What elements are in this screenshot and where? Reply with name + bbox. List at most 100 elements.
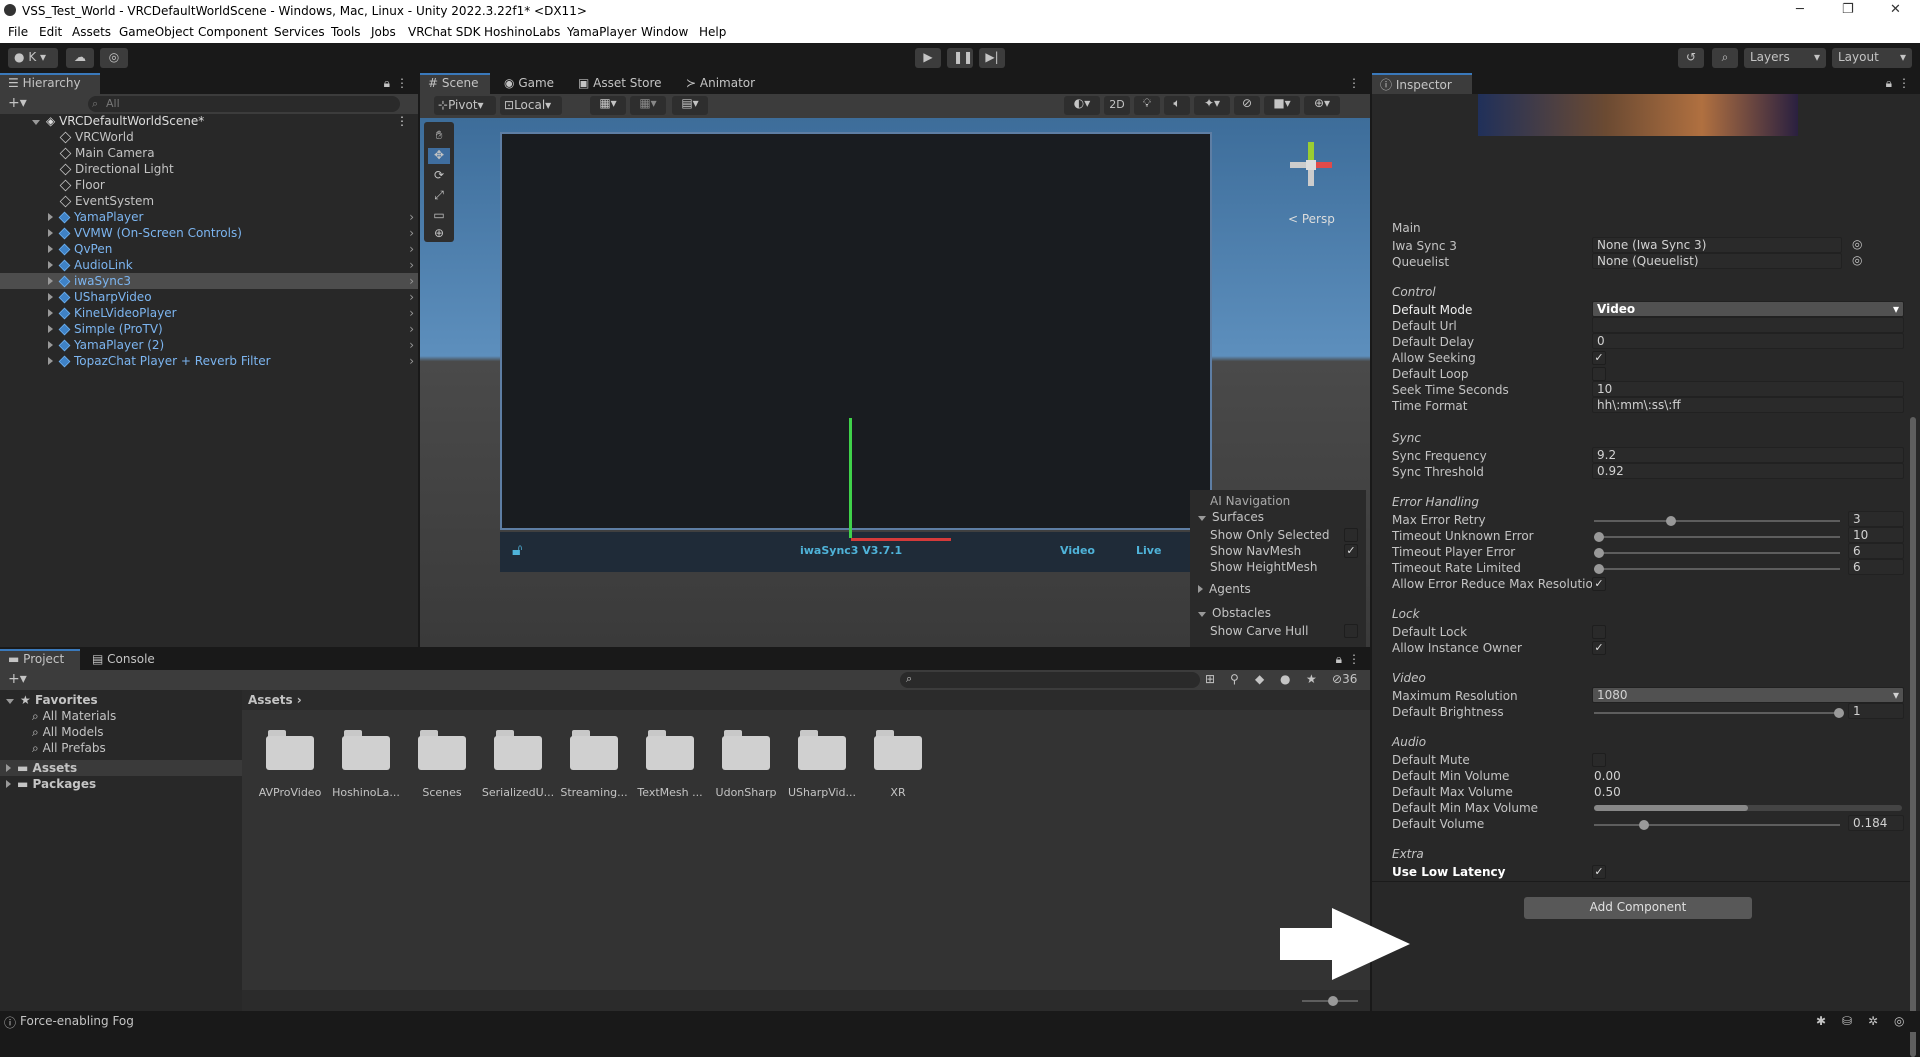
hierarchy-item[interactable]: EventSystem xyxy=(0,193,418,209)
expand-icon[interactable] xyxy=(48,341,53,349)
hierarchy-item[interactable]: Main Camera xyxy=(0,145,418,161)
favorites-item[interactable]: ★ Favorites xyxy=(0,692,242,708)
tab-hierarchy[interactable]: ☰ Hierarchy xyxy=(0,73,100,94)
brightness-field[interactable]: 1 xyxy=(1848,703,1904,719)
min-max-volume-slider[interactable] xyxy=(1594,805,1902,811)
low-latency-checkbox[interactable]: ✓ xyxy=(1592,865,1606,879)
object-picker-icon[interactable]: ◎ xyxy=(1852,237,1862,251)
menu-yamaplayer[interactable]: YamaPlayer xyxy=(567,25,636,39)
folder-icon[interactable] xyxy=(722,730,770,770)
lighting-icon[interactable]: 💡︎ xyxy=(1134,96,1160,115)
expand-icon[interactable] xyxy=(6,764,11,772)
chevron-right-icon[interactable]: › xyxy=(409,305,414,321)
favorite-item[interactable]: ⌕ All Materials xyxy=(0,708,242,724)
timeout-unknown-field[interactable]: 10 xyxy=(1848,527,1904,543)
mute-checkbox[interactable] xyxy=(1592,753,1606,767)
timeout-rate-field[interactable]: 6 xyxy=(1848,559,1904,575)
rect-tool-icon[interactable]: ▭ xyxy=(428,208,450,224)
hierarchy-item[interactable]: Simple (ProTV) › xyxy=(0,321,418,337)
search-by-type-icon[interactable]: ⊞ xyxy=(1205,672,1215,686)
allow-seeking-checkbox[interactable]: ✓ xyxy=(1592,351,1606,365)
slider-knob[interactable] xyxy=(1639,820,1649,830)
chevron-right-icon[interactable]: › xyxy=(409,273,414,289)
project-search-input[interactable]: ⌕ xyxy=(900,672,1200,688)
default-delay-field[interactable]: 0 xyxy=(1592,333,1904,349)
max-resolution-dropdown[interactable]: 1080 ▾ xyxy=(1592,687,1904,703)
search-icon[interactable]: ⌕ xyxy=(1712,48,1738,68)
play-button[interactable]: ▶ xyxy=(915,48,941,68)
log-icon[interactable]: ● xyxy=(1280,672,1290,686)
folder-icon[interactable] xyxy=(266,730,314,770)
expand-icon[interactable] xyxy=(48,261,53,269)
menu-vrchat-sdk[interactable]: VRChat SDK xyxy=(408,25,481,39)
bug-icon[interactable]: ✱ xyxy=(1816,1014,1826,1028)
gizmo-x-cone[interactable] xyxy=(1316,162,1332,168)
timeout-unknown-slider[interactable] xyxy=(1594,532,1840,542)
expand-icon[interactable] xyxy=(48,293,53,301)
grid-snap-button[interactable]: ▦▾ xyxy=(590,96,626,115)
scale-tool-icon[interactable]: ⤢ xyxy=(428,188,450,204)
gizmos-icon[interactable]: ⊕▾ xyxy=(1304,96,1340,115)
packages-item[interactable]: ▬ Packages xyxy=(0,776,242,792)
progress-icon[interactable]: ◎ xyxy=(1894,1014,1904,1028)
label-icon[interactable]: ◆ xyxy=(1255,672,1264,686)
slider-knob[interactable] xyxy=(1834,708,1844,718)
max-error-retry-slider[interactable] xyxy=(1594,516,1840,526)
allow-reduce-checkbox[interactable]: ✓ xyxy=(1592,577,1606,591)
video-mode-button[interactable]: Video xyxy=(1060,544,1095,557)
menu-window[interactable]: Window xyxy=(641,25,688,39)
sync-frequency-field[interactable]: 9.2 xyxy=(1592,447,1904,463)
slider-knob[interactable] xyxy=(1666,516,1676,526)
slider-knob[interactable] xyxy=(1594,548,1604,558)
pause-button[interactable]: ❚❚ xyxy=(947,48,973,68)
min-max-range-handle[interactable] xyxy=(1594,805,1748,811)
folder-icon[interactable] xyxy=(570,730,618,770)
expand-icon[interactable] xyxy=(48,213,53,221)
local-dropdown[interactable]: ⊡Local▾ xyxy=(500,96,562,115)
chevron-right-icon[interactable]: › xyxy=(409,353,414,369)
collab-icon[interactable]: ◎ xyxy=(100,48,128,68)
folder-icon[interactable] xyxy=(874,730,922,770)
maximize-icon[interactable]: ❐ xyxy=(1842,2,1854,17)
cloud-icon[interactable]: ☁ xyxy=(66,48,94,68)
hierarchy-item[interactable]: USharpVideo › xyxy=(0,289,418,305)
chevron-right-icon[interactable]: › xyxy=(409,257,414,273)
increment-snap-button[interactable]: ▤▾ xyxy=(672,96,708,115)
hidden-objects-icon[interactable]: ⊘ xyxy=(1234,96,1260,115)
favorite-item[interactable]: ⌕ All Models xyxy=(0,724,242,740)
chevron-right-icon[interactable]: › xyxy=(409,337,414,353)
default-mode-dropdown[interactable]: Video ▾ xyxy=(1592,301,1904,317)
agents-foldout[interactable]: Agents xyxy=(1198,582,1251,596)
tab-console[interactable]: ▤ Console xyxy=(84,649,168,670)
tab-animator[interactable]: ≻ Animator xyxy=(678,73,768,94)
more-menu-icon[interactable]: ⋮ xyxy=(396,76,408,90)
menu-help[interactable]: Help xyxy=(699,25,726,39)
expand-icon[interactable] xyxy=(48,357,53,365)
object-picker-icon[interactable]: ◎ xyxy=(1852,253,1862,267)
favorite-star-icon[interactable]: ★ xyxy=(1306,672,1317,686)
lock-icon[interactable]: 🔒︎ xyxy=(1336,652,1342,667)
menu-tools[interactable]: Tools xyxy=(331,25,361,39)
add-icon[interactable]: +▾ xyxy=(8,95,27,111)
obstacles-foldout[interactable]: Obstacles xyxy=(1198,606,1271,620)
slider-knob[interactable] xyxy=(1328,996,1338,1006)
max-error-retry-field[interactable]: 3 xyxy=(1848,511,1904,527)
move-tool-icon[interactable]: ✥ xyxy=(428,148,450,164)
show-carve-hull-checkbox[interactable] xyxy=(1344,624,1358,638)
expand-icon[interactable] xyxy=(48,325,53,333)
draw-mode-button[interactable]: ◐▾ xyxy=(1064,96,1100,115)
menu-services[interactable]: Services xyxy=(274,25,325,39)
audio-icon[interactable]: 🔈︎ xyxy=(1164,96,1190,115)
add-icon[interactable]: +▾ xyxy=(8,671,27,687)
history-icon[interactable]: ↺ xyxy=(1678,48,1704,68)
more-menu-icon[interactable]: ⋮ xyxy=(1898,76,1910,90)
tab-project[interactable]: ▬ Project xyxy=(0,649,80,670)
tab-scene[interactable]: # Scene xyxy=(420,73,490,94)
surfaces-foldout[interactable]: Surfaces xyxy=(1198,510,1264,524)
mode-2d-button[interactable]: 2D xyxy=(1104,96,1130,115)
expand-icon[interactable] xyxy=(48,277,53,285)
menu-hoshinolabs[interactable]: HoshinoLabs xyxy=(484,25,560,39)
more-menu-icon[interactable]: ⋮ xyxy=(1348,652,1360,666)
tab-game[interactable]: ◉ Game xyxy=(496,73,566,94)
icon-size-slider[interactable] xyxy=(1302,996,1358,1006)
